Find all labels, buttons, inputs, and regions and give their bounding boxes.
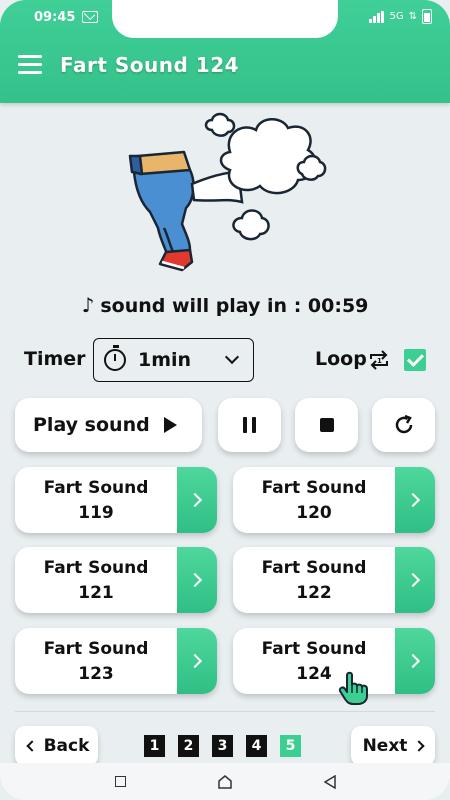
refresh-icon — [395, 414, 412, 434]
sound-card-arrow[interactable] — [177, 628, 217, 694]
back-nav-icon[interactable] — [323, 774, 336, 789]
sound-card-121[interactable]: Fart Sound 121 — [15, 547, 217, 613]
page-1[interactable]: 1 — [144, 735, 165, 757]
play-sound-label: Play sound — [33, 414, 150, 436]
back-label: Back — [43, 736, 90, 756]
sound-card-label: Fart Sound 119 — [43, 478, 149, 523]
timer-value: 1min — [138, 349, 192, 371]
signal-icon — [369, 10, 385, 23]
system-navigation-bar — [0, 763, 450, 800]
chevron-right-icon — [187, 492, 203, 508]
timer-dropdown[interactable]: 1min — [93, 338, 254, 382]
chevron-right-icon — [413, 740, 426, 752]
sound-card-label: Fart Sound 121 — [43, 558, 149, 603]
sound-card-arrow[interactable] — [395, 628, 435, 694]
sound-card-label: Fart Sound 124 — [261, 639, 367, 684]
sound-card-arrow[interactable] — [395, 547, 435, 613]
fart-illustration — [128, 112, 327, 272]
home-icon[interactable] — [217, 774, 232, 789]
pagination: 1 2 3 4 5 — [144, 735, 301, 757]
chevron-left-icon — [25, 740, 38, 752]
menu-icon[interactable] — [18, 55, 42, 75]
loop-checkbox[interactable] — [404, 349, 426, 371]
chevron-right-icon — [405, 653, 421, 669]
stop-icon — [319, 418, 334, 432]
countdown-text: ♪ sound will play in : 00:59 — [0, 293, 450, 317]
stop-button[interactable] — [295, 398, 358, 452]
loop-icon: 1 — [370, 350, 388, 370]
sound-card-124[interactable]: Fart Sound 124 — [233, 628, 435, 694]
status-indicators: 5G ⇅ — [369, 9, 432, 24]
page-title: Fart Sound 124 — [60, 53, 240, 77]
status-time: 09:45 — [34, 10, 76, 25]
divider — [15, 711, 435, 712]
page-5[interactable]: 5 — [280, 735, 301, 757]
data-arrows-icon: ⇅ — [408, 11, 417, 22]
sound-card-arrow[interactable] — [177, 467, 217, 533]
music-note-icon: ♪ — [81, 293, 95, 317]
pause-icon — [243, 417, 256, 433]
chevron-right-icon — [187, 572, 203, 588]
chevron-right-icon — [405, 572, 421, 588]
sound-card-arrow[interactable] — [177, 547, 217, 613]
sound-card-123[interactable]: Fart Sound 123 — [15, 628, 217, 694]
sound-card-122[interactable]: Fart Sound 122 — [233, 547, 435, 613]
sound-card-arrow[interactable] — [395, 467, 435, 533]
sound-card-label: Fart Sound 122 — [261, 558, 367, 603]
svg-text:1: 1 — [377, 357, 382, 365]
countdown-label: sound will play in : 00:59 — [100, 295, 369, 317]
hand-pointer-icon — [338, 671, 368, 705]
refresh-button[interactable] — [372, 398, 435, 452]
back-button[interactable]: Back — [15, 726, 98, 766]
page-3[interactable]: 3 — [212, 735, 233, 757]
loop-label: Loop — [315, 348, 367, 370]
app-bar: 09:45 5G ⇅ Fart Sound 124 — [0, 0, 450, 103]
network-type: 5G — [389, 11, 404, 22]
camera-notch — [112, 0, 338, 38]
sound-card-119[interactable]: Fart Sound 119 — [15, 467, 217, 533]
mail-icon — [82, 11, 98, 23]
chevron-right-icon — [187, 653, 203, 669]
timer-label: Timer — [24, 348, 86, 370]
sound-card-label: Fart Sound 120 — [261, 478, 367, 523]
page-4[interactable]: 4 — [246, 735, 267, 757]
play-sound-button[interactable]: Play sound — [15, 398, 202, 452]
chevron-right-icon — [405, 492, 421, 508]
next-button[interactable]: Next — [351, 726, 435, 766]
stopwatch-icon — [104, 345, 126, 371]
battery-icon — [422, 9, 432, 24]
chevron-down-icon — [224, 349, 240, 365]
pause-button[interactable] — [218, 398, 281, 452]
sound-card-120[interactable]: Fart Sound 120 — [233, 467, 435, 533]
next-label: Next — [362, 736, 408, 756]
sound-card-label: Fart Sound 123 — [43, 639, 149, 684]
page-2[interactable]: 2 — [178, 735, 199, 757]
play-icon — [163, 417, 177, 433]
phone-screen: 09:45 5G ⇅ Fart Sound 124 ♪ sound will p… — [0, 0, 450, 800]
recent-apps-icon[interactable] — [114, 776, 126, 787]
